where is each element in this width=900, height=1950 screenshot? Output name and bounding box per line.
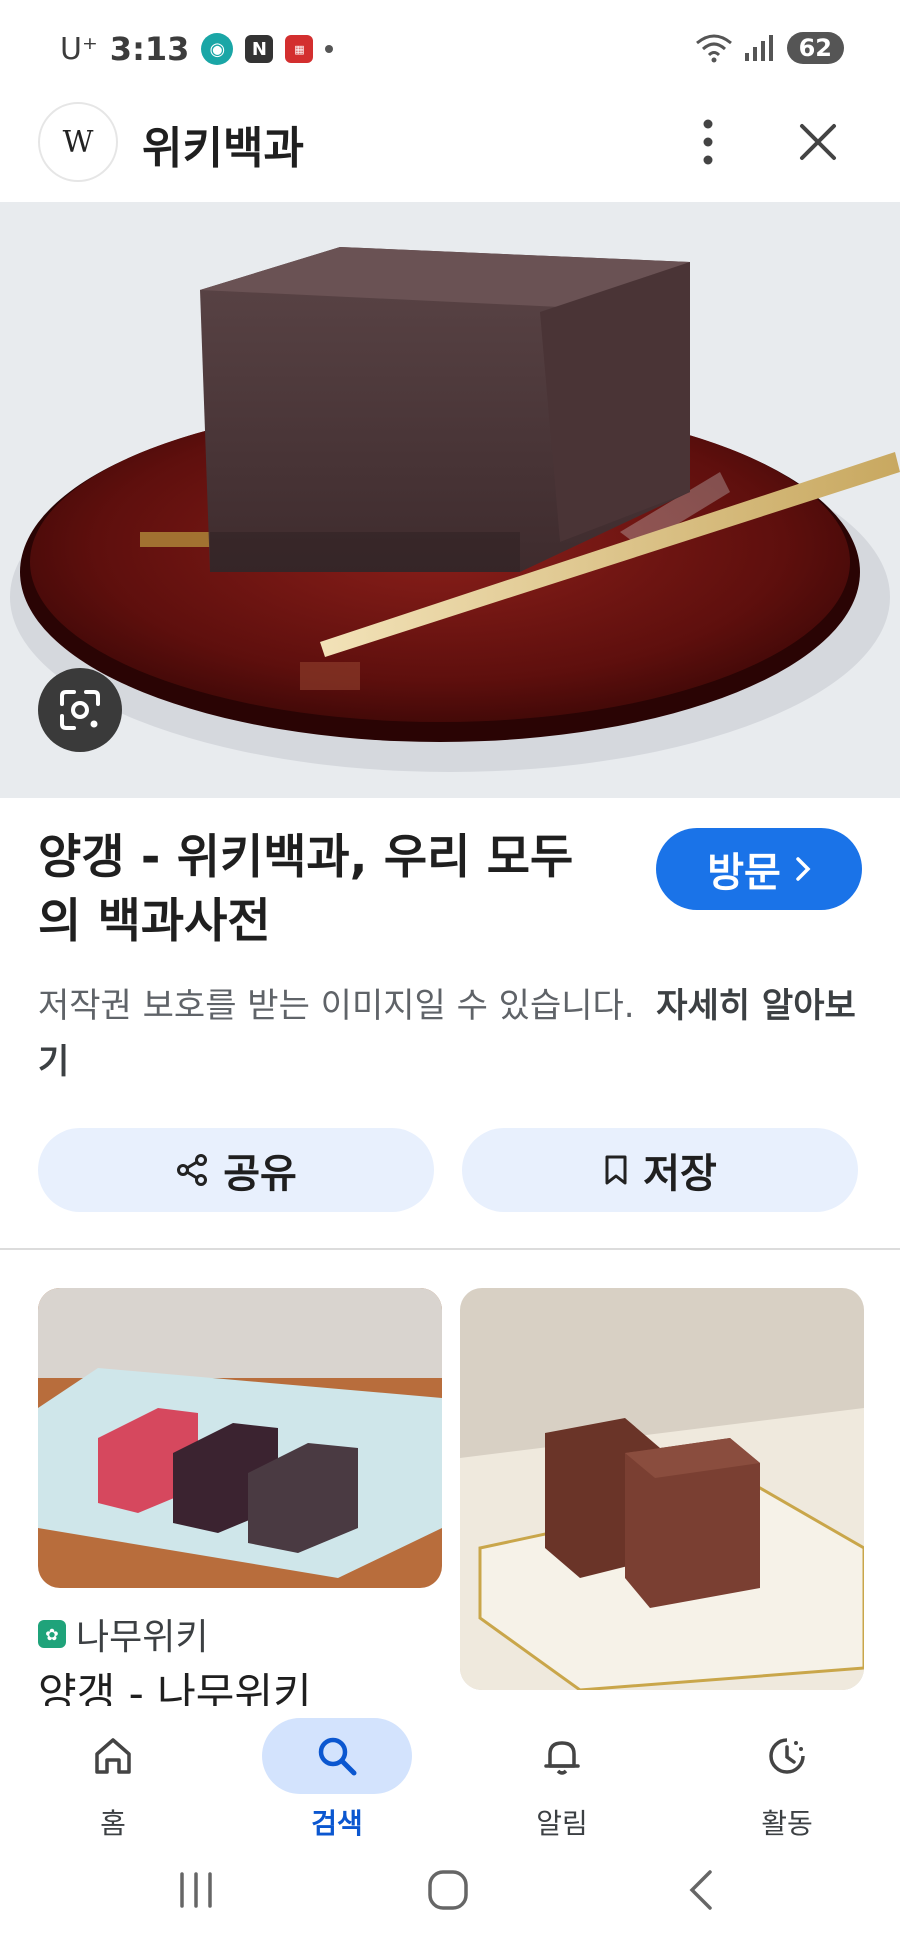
chevron-right-icon <box>796 857 811 881</box>
result-title-line1: 양갱 - 위키백과, 우리 모두 <box>38 830 574 885</box>
share-icon <box>177 1154 208 1186</box>
related-image-namuwiki[interactable] <box>38 1288 442 1588</box>
share-label: 공유 <box>223 1151 297 1197</box>
share-button[interactable]: 공유 <box>38 1128 434 1212</box>
status-right: 62 <box>695 32 844 64</box>
save-label: 저장 <box>643 1151 717 1197</box>
activity-icon <box>769 1738 805 1774</box>
close-icon[interactable] <box>790 114 846 170</box>
nav-home-label: 홈 <box>100 1807 126 1840</box>
bottom-navigation: 홈 검색 알림 활동 <box>0 1706 900 1846</box>
battery-indicator: 62 <box>786 32 844 64</box>
naver-notification-icon: N <box>245 35 274 63</box>
site-title: 위키백과 <box>142 123 304 174</box>
lens-search-button[interactable] <box>38 668 122 752</box>
bell-icon <box>544 1741 580 1775</box>
search-icon <box>318 1737 357 1776</box>
status-bar: U⁺ 3:13 ◉ N ▦ 62 <box>0 0 900 100</box>
hero-image-yanggaeng[interactable] <box>0 202 900 798</box>
back-icon[interactable] <box>680 1866 724 1914</box>
bookmark-icon <box>605 1155 627 1185</box>
nav-search[interactable]: 검색 <box>262 1718 412 1842</box>
signal-icon <box>744 35 773 61</box>
visit-label: 방문 <box>707 850 781 896</box>
nav-home[interactable]: 홈 <box>38 1718 188 1842</box>
app-notification-icon: ◉ <box>201 33 234 65</box>
wikipedia-logo: W <box>38 102 118 182</box>
result-title-line2: 의 백과사전 <box>38 894 271 949</box>
system-navigation-bar <box>0 1846 900 1950</box>
section-divider <box>0 1248 900 1250</box>
google-lens-icon <box>60 690 100 730</box>
copyright-text: 저작권 보호를 받는 이미지일 수 있습니다. <box>38 986 635 1026</box>
news-notification-icon: ▦ <box>285 35 314 63</box>
visit-button[interactable]: 방문 <box>656 828 862 910</box>
nav-activity[interactable]: 활동 <box>712 1718 862 1842</box>
nav-notifications-label: 알림 <box>536 1807 588 1840</box>
result-title[interactable]: 양갱 - 위키백과, 우리 모두 의 백과사전 <box>38 826 638 954</box>
related-source-name: 나무위키 <box>76 1617 209 1658</box>
nav-activity-label: 활동 <box>761 1807 813 1840</box>
more-options-icon[interactable] <box>688 114 728 170</box>
save-button[interactable]: 저장 <box>462 1128 858 1212</box>
app-bar: W 위키백과 <box>0 100 900 200</box>
recent-apps-icon[interactable] <box>174 1868 218 1912</box>
related-source[interactable]: ✿ 나무위키 <box>38 1608 208 1660</box>
nav-search-label: 검색 <box>311 1807 363 1840</box>
status-left: U⁺ 3:13 ◉ N ▦ <box>60 30 334 68</box>
carrier-label: U⁺ <box>60 31 98 67</box>
clock: 3:13 <box>109 30 190 68</box>
copyright-note: 저작권 보호를 받는 이미지일 수 있습니다. 자세히 알아보기 <box>38 978 868 1090</box>
related-image-yanggaeng-plate[interactable] <box>460 1288 864 1690</box>
wifi-icon <box>695 34 732 63</box>
home-button-icon[interactable] <box>424 1866 472 1914</box>
namuwiki-favicon: ✿ <box>38 1620 66 1648</box>
home-icon <box>95 1738 131 1774</box>
nav-notifications[interactable]: 알림 <box>487 1718 637 1842</box>
more-notifications-dot <box>325 45 334 53</box>
